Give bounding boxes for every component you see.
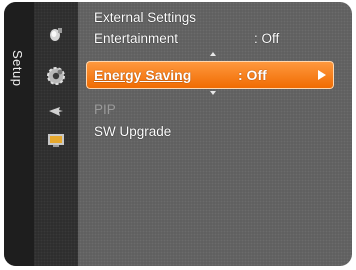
setup-gear-icon[interactable] [46,66,66,86]
menu-item-entertainment[interactable]: Entertainment : Off [94,29,344,49]
input-icon[interactable] [46,102,66,122]
menu-tab: Setup [4,2,34,266]
support-icon[interactable] [46,130,66,150]
menu-item-sw-upgrade[interactable]: SW Upgrade [94,122,344,142]
tab-setup-label: Setup [10,50,25,87]
picture-icon[interactable] [46,24,66,44]
menu-item-label: PIP [94,102,116,117]
category-icons [34,2,78,266]
menu-item-external-settings[interactable]: External Settings [94,8,344,28]
menu-item-label: Energy Saving [94,67,192,83]
menu-item-label: SW Upgrade [94,124,172,139]
menu-item-label: External Settings [94,10,197,25]
menu-item-energy-saving[interactable]: Energy Saving : Off [86,61,334,89]
menu-item-pip: PIP [94,100,344,120]
menu-item-value: : Off [238,67,267,83]
chevron-right-icon [318,70,326,80]
scroll-down-icon [210,91,216,95]
menu-item-label: Entertainment [94,31,179,46]
menu-item-value: : Off [254,31,280,46]
scroll-up-icon [210,52,216,56]
menu-list: External Settings Entertainment : Off En… [78,2,352,266]
tv-osd-menu: Setup External Settings Entertainment: … [4,2,352,266]
